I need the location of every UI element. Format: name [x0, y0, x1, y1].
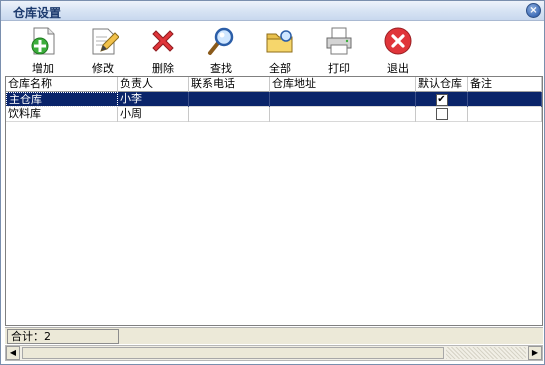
scroll-thumb[interactable]	[22, 347, 444, 359]
edit-document-icon	[92, 28, 119, 55]
cell-address[interactable]	[270, 92, 416, 107]
cell-remark[interactable]	[468, 92, 542, 107]
delete-button-label: 删除	[152, 62, 174, 75]
cell-name[interactable]: 饮料库	[6, 107, 118, 122]
default-checkbox[interactable]: ✔	[435, 94, 448, 106]
cell-default[interactable]: ✔	[416, 92, 468, 107]
cell-remark[interactable]	[468, 107, 542, 122]
title-bar: 仓库设置 ×	[1, 1, 544, 21]
close-icon[interactable]: ×	[526, 3, 541, 18]
add-document-icon	[31, 27, 55, 55]
exit-icon	[384, 27, 412, 55]
default-checkbox[interactable]	[435, 108, 448, 120]
edit-button[interactable]: 修改	[78, 25, 128, 75]
add-button[interactable]: 增加	[18, 25, 68, 75]
column-header-name[interactable]: 仓库名称	[6, 77, 118, 92]
exit-button[interactable]: 退出	[373, 25, 423, 75]
table-row[interactable]: 饮料库 小周	[6, 107, 542, 122]
cell-address[interactable]	[270, 107, 416, 122]
print-button[interactable]: 打印	[314, 25, 364, 75]
column-header-manager[interactable]: 负责人	[118, 77, 189, 92]
add-button-label: 增加	[32, 62, 54, 75]
scroll-right-icon[interactable]: ▶	[528, 346, 542, 360]
cell-manager[interactable]: 小李	[118, 92, 189, 107]
column-header-address[interactable]: 仓库地址	[270, 77, 416, 92]
cell-phone[interactable]	[189, 92, 270, 107]
table-header: 仓库名称 负责人 联系电话 仓库地址 默认仓库 备注	[6, 77, 542, 92]
warehouse-settings-window: 仓库设置 × 增加 修改 删除 查找 全部 打印 退出 仓库名称 负责人 联系电…	[0, 0, 545, 365]
show-all-button[interactable]: 全部	[255, 25, 305, 75]
print-button-label: 打印	[328, 62, 350, 75]
window-title: 仓库设置	[13, 6, 62, 20]
exit-button-label: 退出	[387, 62, 409, 75]
delete-button[interactable]: 删除	[138, 25, 188, 75]
folder-icon	[266, 30, 293, 53]
warehouse-table: 仓库名称 负责人 联系电话 仓库地址 默认仓库 备注 主仓库 小李 ✔ 饮料库 …	[5, 76, 543, 326]
cell-name[interactable]: 主仓库	[6, 92, 118, 107]
scroll-left-icon[interactable]: ◀	[6, 346, 20, 360]
search-button-label: 查找	[210, 62, 232, 75]
cell-phone[interactable]	[189, 107, 270, 122]
edit-button-label: 修改	[92, 62, 114, 75]
printer-icon	[326, 27, 352, 55]
column-header-remark[interactable]: 备注	[468, 77, 542, 92]
search-button[interactable]: 查找	[196, 25, 246, 75]
status-bar: 合计：2	[5, 327, 543, 344]
delete-x-icon	[152, 30, 174, 52]
column-header-default[interactable]: 默认仓库	[416, 77, 468, 92]
toolbar: 增加 修改 删除 查找 全部 打印 退出	[1, 21, 544, 75]
scroll-track[interactable]	[446, 347, 526, 359]
cell-manager[interactable]: 小周	[118, 107, 189, 122]
show-all-button-label: 全部	[269, 62, 291, 75]
cell-default[interactable]	[416, 107, 468, 122]
magnifier-icon	[208, 27, 234, 55]
horizontal-scrollbar[interactable]: ◀ ▶	[5, 345, 543, 361]
total-count: 合计：2	[7, 329, 119, 344]
table-row[interactable]: 主仓库 小李 ✔	[6, 92, 542, 107]
column-header-phone[interactable]: 联系电话	[189, 77, 270, 92]
